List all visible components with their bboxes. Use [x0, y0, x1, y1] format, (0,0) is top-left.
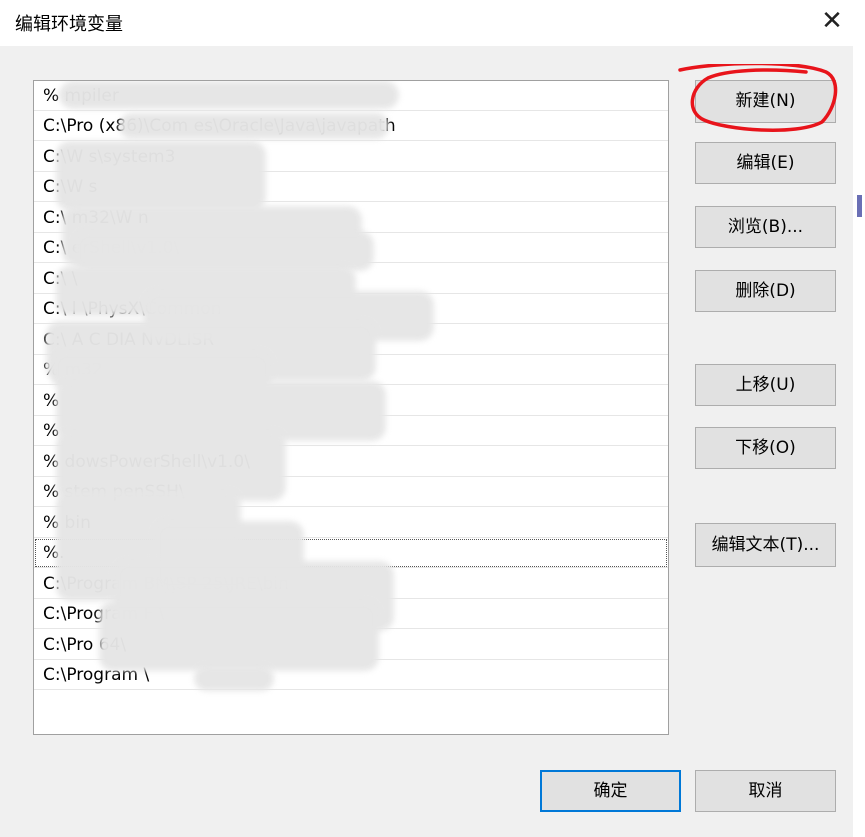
redaction-blur	[119, 113, 389, 139]
background-window-accent	[857, 195, 862, 217]
path-listbox[interactable]: % mpiler C:\Pro (x86)\Com es\Oracle\Java…	[33, 80, 669, 735]
title-bar: 编辑环境变量 ✕	[0, 0, 865, 46]
close-icon[interactable]: ✕	[817, 6, 847, 36]
move-up-button[interactable]: 上移(U)	[695, 364, 836, 406]
redaction-blur	[74, 231, 374, 271]
background-window-edge	[853, 46, 865, 837]
redaction-blur	[194, 666, 274, 691]
browse-button[interactable]: 浏览(B)...	[695, 206, 836, 248]
delete-button[interactable]: 删除(D)	[695, 270, 836, 312]
ok-button[interactable]: 确定	[540, 770, 681, 812]
cancel-button[interactable]: 取消	[695, 770, 836, 812]
redaction-blur	[56, 141, 266, 211]
dialog-title: 编辑环境变量	[15, 14, 123, 35]
redaction-blur	[99, 601, 379, 671]
move-down-button[interactable]: 下移(O)	[695, 427, 836, 469]
edit-env-var-dialog: 编辑环境变量 ✕ % mpiler C:\Pro (x86)\Com es\Or…	[0, 0, 865, 837]
edit-button[interactable]: 编辑(E)	[695, 142, 836, 184]
redaction-blur	[59, 81, 399, 109]
edit-text-button[interactable]: 编辑文本(T)...	[695, 523, 836, 567]
new-button[interactable]: 新建(N)	[695, 80, 836, 123]
